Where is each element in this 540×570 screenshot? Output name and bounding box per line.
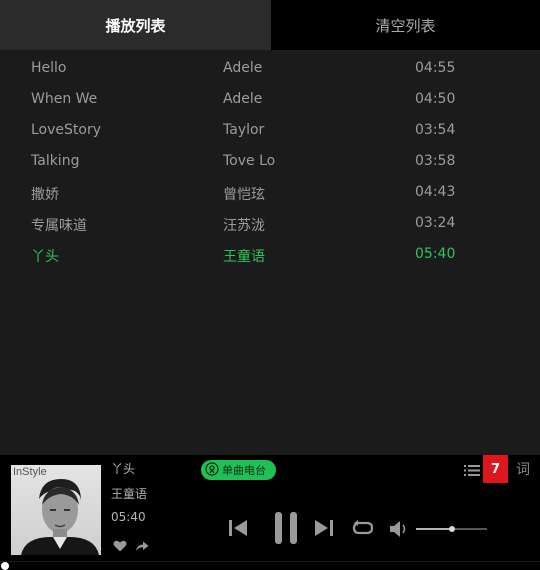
playlist-row[interactable]: Hello Adele 04:55 bbox=[0, 52, 540, 83]
volume-slider-handle[interactable] bbox=[448, 526, 455, 532]
share-icon[interactable] bbox=[135, 537, 149, 556]
song-artist: 汪苏泷 bbox=[223, 218, 265, 234]
playlist-row[interactable]: 撒娇 曾恺玹 04:43 bbox=[0, 176, 540, 207]
volume-slider[interactable] bbox=[416, 526, 487, 532]
playlist: Hello Adele 04:55 When We Adele 04:50 Lo… bbox=[0, 52, 540, 269]
skip-next-icon[interactable] bbox=[314, 519, 334, 541]
radio-icon bbox=[205, 461, 219, 479]
song-artist: Adele bbox=[223, 60, 263, 76]
volume-icon[interactable] bbox=[389, 520, 409, 542]
song-duration: 04:43 bbox=[415, 184, 456, 200]
heart-icon[interactable] bbox=[113, 537, 127, 556]
now-playing-time: 05:40 bbox=[111, 510, 146, 524]
tab-clear-playlist[interactable]: 清空列表 bbox=[271, 0, 540, 50]
song-artist: Adele bbox=[223, 91, 263, 107]
playlist-row[interactable]: LoveStory Taylor 03:54 bbox=[0, 114, 540, 145]
album-cover[interactable]: InStyle bbox=[11, 465, 101, 555]
song-artist: 王童语 bbox=[223, 249, 265, 265]
loop-icon[interactable] bbox=[352, 520, 374, 540]
lyrics-button[interactable]: 词 bbox=[516, 459, 530, 479]
song-title: When We bbox=[31, 91, 98, 107]
song-duration: 04:50 bbox=[415, 91, 456, 107]
song-duration: 03:24 bbox=[415, 215, 456, 231]
now-playing-title: 丫头 bbox=[111, 462, 136, 476]
playlist-row[interactable]: Talking Tove Lo 03:58 bbox=[0, 145, 540, 176]
radio-label: 单曲电台 bbox=[222, 464, 266, 477]
song-title: 丫头 bbox=[31, 249, 59, 265]
song-title: 撒娇 bbox=[31, 187, 59, 203]
pause-icon[interactable] bbox=[274, 511, 298, 549]
cover-portrait bbox=[21, 479, 99, 555]
now-playing-artist[interactable]: 王童语 bbox=[111, 485, 147, 502]
playlist-row-playing[interactable]: 丫头 王童语 05:40 bbox=[0, 238, 540, 269]
song-duration: 05:40 bbox=[415, 246, 456, 262]
player-bar: InStyle 丫头 王童语 05:40 单曲电台 7 词 bbox=[0, 455, 540, 561]
playlist-count-badge[interactable]: 7 bbox=[483, 455, 508, 483]
playlist-row[interactable]: 专属味道 汪苏泷 03:24 bbox=[0, 207, 540, 238]
cover-magazine-title: InStyle bbox=[13, 466, 47, 478]
song-duration: 03:54 bbox=[415, 122, 456, 138]
song-artist: 曾恺玹 bbox=[223, 187, 265, 203]
music-player-window: 播放列表 清空列表 Hello Adele 04:55 When We Adel… bbox=[0, 0, 540, 570]
skip-previous-icon[interactable] bbox=[228, 519, 248, 541]
list-icon[interactable] bbox=[464, 462, 480, 481]
playlist-row[interactable]: When We Adele 04:50 bbox=[0, 83, 540, 114]
playback-progress-bar[interactable] bbox=[0, 562, 540, 570]
single-radio-button[interactable]: 单曲电台 bbox=[201, 460, 276, 480]
song-title: Talking bbox=[31, 153, 80, 169]
song-duration: 04:55 bbox=[415, 60, 456, 76]
song-title: Hello bbox=[31, 60, 67, 76]
playlist-tabs: 播放列表 清空列表 bbox=[0, 0, 540, 50]
song-title: 专属味道 bbox=[31, 218, 87, 234]
volume-slider-fill bbox=[416, 528, 452, 530]
song-duration: 03:58 bbox=[415, 153, 456, 169]
progress-handle[interactable] bbox=[1, 562, 9, 570]
tab-playlist[interactable]: 播放列表 bbox=[0, 0, 271, 50]
song-artist: Tove Lo bbox=[223, 153, 276, 169]
song-artist: Taylor bbox=[223, 122, 265, 138]
song-title: LoveStory bbox=[31, 122, 101, 138]
